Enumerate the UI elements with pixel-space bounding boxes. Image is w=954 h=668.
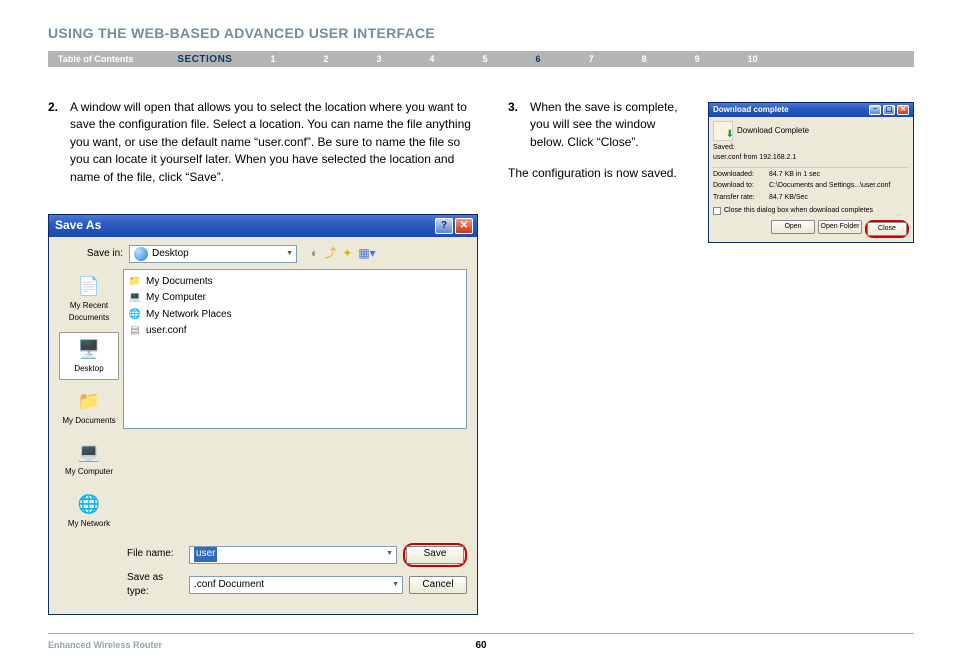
dl-saved-label: Saved: [713,143,909,153]
open-folder-button[interactable]: Open Folder [818,220,862,234]
page-number: 60 [475,640,486,651]
step-2: 2. A window will open that allows you to… [48,99,478,196]
save-in-value: Desktop [152,247,189,262]
nav-5[interactable]: 5 [459,54,512,64]
up-icon[interactable]: ⤴ [324,245,336,262]
filename-input[interactable]: user [189,546,397,564]
save-button[interactable]: Save [406,546,464,564]
file-userconf[interactable]: user.conf [146,324,187,339]
nav-sections-label: SECTIONS [163,54,246,65]
place-computer-label: My Computer [65,466,113,478]
save-in-label: Save in: [59,247,123,262]
maximize-button[interactable]: ▢ [883,105,895,115]
places-bar: 📄My Recent Documents 🖥️Desktop 📁My Docum… [55,265,123,539]
nav-2[interactable]: 2 [299,54,352,64]
save-in-dropdown[interactable]: Desktop [129,245,297,263]
nav-7[interactable]: 7 [565,54,618,64]
place-computer[interactable]: 💻My Computer [59,435,119,483]
view-menu-icon[interactable]: ▦▾ [358,245,375,262]
download-icon [713,121,733,141]
dl-saved-value: user.conf from 192.168.2.1 [713,153,909,163]
nav-6[interactable]: 6 [512,54,565,64]
page-title: USING THE WEB-BASED ADVANCED USER INTERF… [48,25,914,41]
nav-1[interactable]: 1 [246,54,299,64]
filename-label: File name: [127,547,183,562]
new-folder-icon[interactable]: ✦ [342,245,352,262]
folder-icon: 📁 [128,275,142,289]
place-desktop-label: Desktop [74,363,103,375]
back-icon[interactable]: ◐ [311,245,318,262]
place-recent-label: My Recent Documents [62,300,116,323]
step-2-text: A window will open that allows you to se… [70,99,478,186]
close-button[interactable]: Close [867,222,907,236]
file-mydocs[interactable]: My Documents [146,275,213,290]
step-2-number: 2. [48,99,58,196]
download-complete-dialog: Download complete − ▢ ✕ Download Complet… [708,102,914,243]
nav-4[interactable]: 4 [406,54,459,64]
nav-3[interactable]: 3 [353,54,406,64]
minimize-button[interactable]: − [869,105,881,115]
file-list[interactable]: 📁 My Documents 💻 My Computer 🌐 My Network P… [123,269,467,429]
step-3-text: When the save is complete, you will see … [530,99,688,151]
savetype-dropdown[interactable]: .conf Document [189,576,403,594]
save-as-dialog: Save As ? ✕ Save in: Desktop ◐ ⤴ ✦ [48,214,478,615]
nav-8[interactable]: 8 [618,54,671,64]
nav-9[interactable]: 9 [671,54,724,64]
dl-downloadto-v: C:\Documents and Settings...\user.conf [769,181,890,191]
dl-downloaded-k: Downloaded: [713,170,769,180]
file-icon: ▤ [128,325,142,339]
save-as-title: Save As [55,217,101,234]
step-3-extra: The configuration is now saved. [508,165,688,182]
place-docs-label: My Documents [62,415,115,427]
dl-close-icon[interactable]: ✕ [897,105,909,115]
file-mynet[interactable]: My Network Places [146,308,232,323]
place-recent[interactable]: 📄My Recent Documents [59,269,119,328]
cancel-button[interactable]: Cancel [409,576,467,594]
step-3: 3. When the save is complete, you will s… [508,99,688,161]
place-network[interactable]: 🌐My Network [59,487,119,535]
help-button[interactable]: ? [435,218,453,234]
place-desktop[interactable]: 🖥️Desktop [59,332,119,380]
savetype-value: .conf Document [194,578,264,593]
dl-transfer-k: Transfer rate: [713,193,769,203]
file-mycomp[interactable]: My Computer [146,291,206,306]
close-checkbox-label: Close this dialog box when download comp… [724,206,873,216]
footer-left: Enhanced Wireless Router [48,640,162,650]
filename-value: user [194,547,217,562]
computer-icon: 💻 [128,292,142,306]
open-button[interactable]: Open [771,220,815,234]
network-icon: 🌐 [128,308,142,322]
dl-head: Download Complete [737,125,809,137]
dl-transfer-v: 84.7 KB/Sec [769,193,808,203]
nav-bar: Table of Contents SECTIONS 1 2 3 4 5 6 7… [48,51,914,67]
place-docs[interactable]: 📁My Documents [59,384,119,432]
nav-10[interactable]: 10 [724,54,782,64]
close-checkbox[interactable] [713,207,721,215]
step-3-number: 3. [508,99,518,161]
footer: Enhanced Wireless Router 60 [48,633,914,650]
savetype-label: Save as type: [127,571,183,600]
dl-title: Download complete [713,104,789,116]
ie-icon [134,247,148,261]
nav-toc[interactable]: Table of Contents [48,54,163,64]
place-network-label: My Network [68,518,110,530]
dl-downloadto-k: Download to: [713,181,769,191]
close-icon[interactable]: ✕ [455,218,473,234]
dl-downloaded-v: 84.7 KB in 1 sec [769,170,820,180]
